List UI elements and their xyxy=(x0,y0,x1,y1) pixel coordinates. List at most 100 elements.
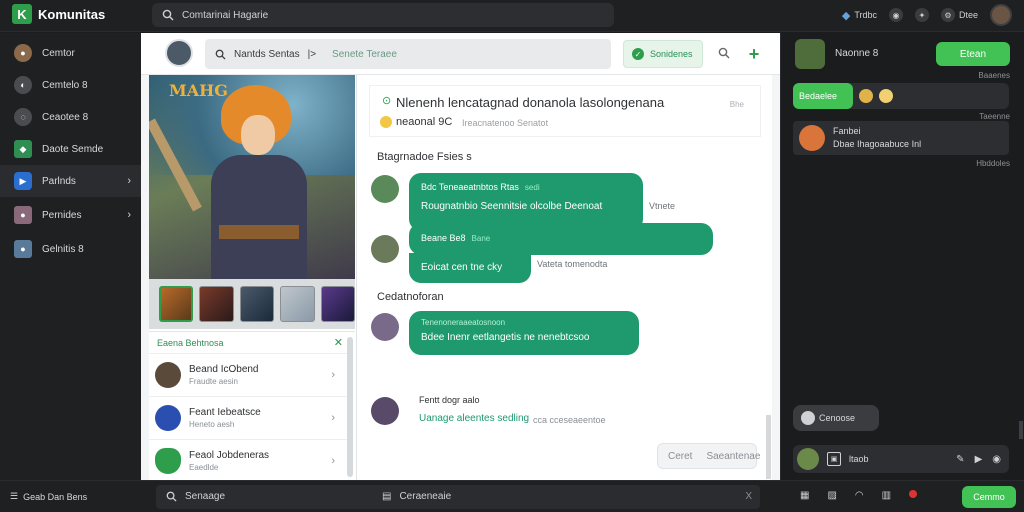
thumbnail[interactable] xyxy=(280,286,315,322)
thumbnail-strip xyxy=(149,279,355,329)
sidebar-item-0[interactable]: ● Cemtor xyxy=(0,37,141,69)
close-icon[interactable]: X xyxy=(745,491,752,502)
menu-icon: ☰ xyxy=(10,491,19,501)
message-link[interactable]: Uanage aleentes sedling xyxy=(419,413,529,424)
sidebar-item-5[interactable]: ● Pernides › xyxy=(0,199,141,231)
message-bubble[interactable]: Eoicat cen tne cky xyxy=(409,253,531,283)
hero-belt xyxy=(219,225,299,239)
contact-item[interactable]: Feant Iebeatsce Heneto aesh › xyxy=(149,396,347,439)
check-icon: ✓ xyxy=(632,48,644,60)
message-meta: Vtnete xyxy=(649,201,676,211)
status-pill[interactable]: Bedaelee xyxy=(793,83,853,109)
top-actions: ◆ Trdbc ◉ ✦ ⚙ Dtee xyxy=(842,4,1012,26)
search-icon xyxy=(718,47,730,62)
avatar[interactable] xyxy=(371,313,399,341)
members-button[interactable]: ✓ Sonidenes xyxy=(623,40,703,68)
notice-card[interactable]: Fanbei Dbae Ihagoaabuce Inl xyxy=(793,121,1009,155)
sidebar-item-4[interactable]: ▶ Parlnds › xyxy=(0,165,141,197)
bottom-left-menu[interactable]: ☰ Geab Dan Bens xyxy=(10,491,87,502)
chat-icon: ◐ xyxy=(14,76,32,94)
top-action-settings[interactable]: ⚙ Dtee xyxy=(940,8,978,22)
close-icon[interactable]: ✕ xyxy=(334,336,343,349)
search-icon xyxy=(166,491,177,505)
grid-icon[interactable]: ▦ xyxy=(800,490,809,501)
emoji-icon xyxy=(380,116,392,128)
top-search-input[interactable]: Comtarinai Hagarie xyxy=(152,3,614,27)
attach-icon[interactable]: ✎ xyxy=(956,454,964,465)
right-message-input[interactable]: ▣ ltaob ✎ ▶ ◉ xyxy=(793,445,1009,473)
thumbnail[interactable] xyxy=(199,286,234,322)
sidebar-item-2[interactable]: ◌ Ceaotee 8 xyxy=(0,101,141,133)
media-column: MAHG Eaena Behtnosa ✕ Beand IcObend Frau… xyxy=(149,75,357,480)
top-action-games[interactable]: ◆ Trdbc xyxy=(842,9,877,22)
top-bar: K Komunitas Comtarinai Hagarie ◆ Trdbc ◉… xyxy=(0,0,1024,32)
discover-icon[interactable]: ✦ xyxy=(914,8,929,22)
message-bubble[interactable]: Beane Be8 Bane xyxy=(409,223,713,255)
settings-icon: ⚙ xyxy=(940,8,955,22)
chat-avatar[interactable] xyxy=(165,39,193,67)
chat-title-bar[interactable]: Nantds Sentas |> Senete Teraee xyxy=(205,39,611,69)
chat-messages: ⊙ Nlenenh lencatagnad donanola lasolonge… xyxy=(357,75,772,480)
avatar[interactable] xyxy=(371,397,399,425)
media-prompt-bar: Eaena Behtnosa ✕ xyxy=(149,331,355,353)
send-icon[interactable]: ▶ xyxy=(975,454,983,465)
bottom-action-button[interactable]: Cemmo xyxy=(962,486,1016,508)
shield-icon xyxy=(155,448,181,474)
contacts-scrollbar[interactable] xyxy=(347,337,353,477)
contact-item[interactable]: Beand IcObend Fraudte aesin › xyxy=(149,353,347,396)
thumbnail[interactable] xyxy=(320,286,355,322)
timestamp: Baaenes xyxy=(978,71,1010,80)
image-icon[interactable]: ▨ xyxy=(827,490,836,501)
app-logo[interactable]: K Komunitas xyxy=(12,4,105,24)
message-bubble[interactable]: Tenenoneraaeatosnoon Bdee Inenr eetlange… xyxy=(409,311,639,355)
section-header: Btagrnadoe Fsies s xyxy=(377,151,472,163)
right-action-button[interactable]: Etean xyxy=(936,42,1010,66)
logo-icon: K xyxy=(12,4,32,24)
chevron-right-icon: › xyxy=(127,209,131,221)
user-icon: ● xyxy=(14,44,32,62)
chat-icon[interactable]: ◉ xyxy=(888,8,903,22)
notification-icon[interactable] xyxy=(909,490,918,501)
section-header: Cedatnoforan xyxy=(377,291,444,303)
emoji-icon[interactable]: ◉ xyxy=(992,454,1001,465)
message-actions[interactable]: Ceret Saeantenae xyxy=(657,443,760,469)
sidebar-item-3[interactable]: ◆ Daote Semde xyxy=(0,133,141,165)
message-meta: cca cceseaeentoe xyxy=(533,415,606,425)
center-panel: Nantds Sentas |> Senete Teraee ✓ Soniden… xyxy=(141,33,780,480)
add-button[interactable]: + xyxy=(741,41,767,67)
chevron-right-icon: › xyxy=(127,175,131,187)
hero-title: MAHG xyxy=(169,81,228,100)
thumbnail[interactable] xyxy=(159,286,194,322)
game-hero-image[interactable]: MAHG xyxy=(149,75,355,279)
send-button[interactable]: Saeantenae xyxy=(706,451,760,462)
pinned-message[interactable]: ⊙ Nlenenh lencatagnad donanola lasolonge… xyxy=(369,85,761,137)
cancel-button[interactable]: Ceret xyxy=(668,451,692,462)
avatar[interactable] xyxy=(371,235,399,263)
sidebar-item-6[interactable]: ● Gelnitis 8 xyxy=(0,233,141,265)
thumbnail[interactable] xyxy=(239,286,275,322)
emoji-icon xyxy=(879,89,893,103)
right-user-name: Naonne 8 xyxy=(835,48,879,59)
input-actions: ✎ ▶ ◉ xyxy=(956,454,1001,465)
right-sidebar: Naonne 8 Etean Baaenes Bedaelee Taeenne … xyxy=(780,33,1024,480)
avatar[interactable] xyxy=(795,39,825,69)
layout-icon[interactable]: ▥ xyxy=(882,490,891,501)
avatar[interactable] xyxy=(371,175,399,203)
status-row: Bedaelee xyxy=(793,83,1009,109)
avatar xyxy=(155,362,181,388)
chat-scrollbar[interactable] xyxy=(766,415,771,479)
contact-item[interactable]: Feaol Jobdeneras Eaedlde › xyxy=(149,439,347,482)
avatar-icon: ● xyxy=(14,206,32,224)
sidebar-item-1[interactable]: ◐ Cemtelo 8 xyxy=(0,69,141,101)
app-name: Komunitas xyxy=(38,6,106,22)
image-icon[interactable]: ▣ xyxy=(827,452,841,466)
message-meta: Vateta tomenodta xyxy=(537,259,608,269)
user-avatar[interactable] xyxy=(990,4,1012,26)
headset-icon[interactable]: ◠ xyxy=(855,490,864,501)
right-scrollbar[interactable] xyxy=(1019,421,1023,439)
top-search-placeholder: Comtarinai Hagarie xyxy=(182,9,269,21)
chevron-right-icon: › xyxy=(331,455,335,467)
chat-search-button[interactable] xyxy=(713,41,735,67)
bottom-search[interactable]: Senaage ▤ Ceraeneaie X xyxy=(156,485,760,509)
pin-icon: ⊙ xyxy=(382,95,392,107)
